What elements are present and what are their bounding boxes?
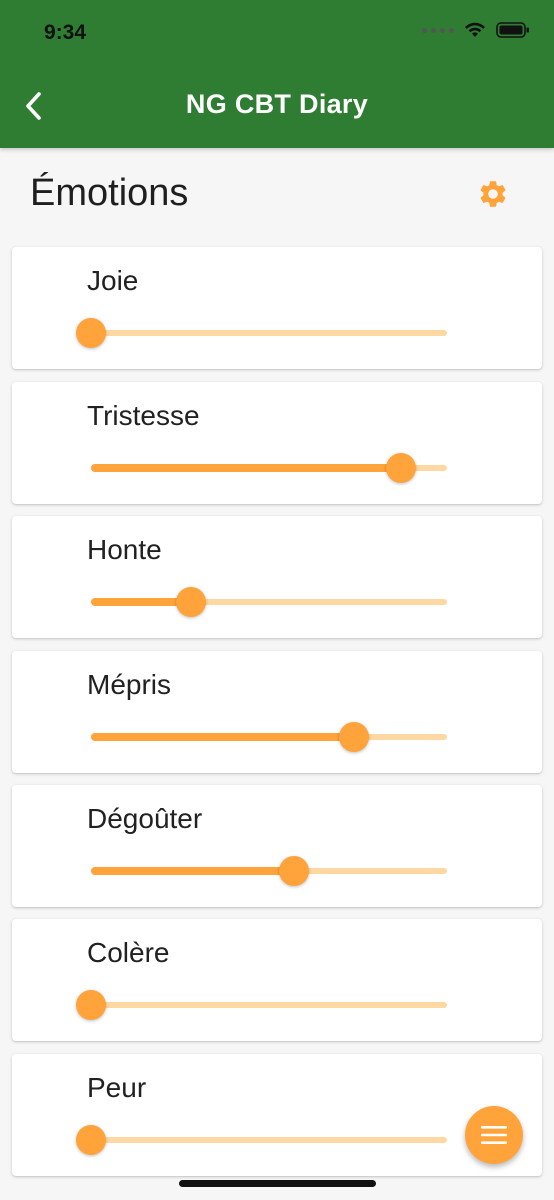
app-bar: 9:34 NG CBT Diary [0,0,554,148]
slider-fill [91,867,294,875]
emotion-card: Colère [12,919,542,1041]
emotion-card: Dégoûter [12,785,542,907]
slider-thumb[interactable] [175,587,206,617]
emotion-label: Tristesse [87,400,200,431]
slider-thumb[interactable] [385,453,416,483]
emotion-card: Tristesse [12,382,542,504]
emotion-label: Mépris [87,669,172,700]
app-bar-title: NG CBT Diary [185,89,369,119]
slider-track [91,1002,447,1008]
emotion-label: Dégoûter [87,803,203,834]
status-icons [422,22,530,38]
slider-track [91,1137,447,1143]
emotion-card: Mépris [12,651,542,773]
emotion-card: Honte [12,516,542,638]
emotion-card: Peur [12,1054,542,1176]
emotion-slider[interactable] [76,987,447,1023]
wifi-icon [465,22,485,37]
menu-fab-button[interactable] [465,1106,523,1164]
slider-fill [91,733,355,741]
emotion-slider[interactable] [76,1122,447,1158]
emotion-slider[interactable] [76,315,447,351]
slider-thumb[interactable] [339,722,370,752]
emotion-slider[interactable] [91,584,447,620]
emotion-card: Joie [12,247,542,369]
screen: 9:34 NG CBT Diary Émotions Joie Tristess… [0,0,554,1200]
page-title: Émotions [30,172,189,214]
emotion-slider[interactable] [91,853,447,889]
slider-track [91,330,447,336]
emotion-slider[interactable] [91,719,447,755]
status-time: 9:34 [44,21,87,44]
slider-thumb[interactable] [76,990,106,1020]
emotion-label: Joie [87,265,139,296]
slider-thumb[interactable] [76,1125,106,1155]
slider-thumb[interactable] [278,856,309,886]
battery-icon [496,22,529,38]
emotion-label: Colère [87,937,170,968]
settings-button[interactable] [475,176,511,212]
slider-fill [91,464,401,472]
emotion-label: Peur [87,1072,147,1103]
gear-icon [480,181,506,207]
signal-dots-icon [422,27,454,33]
emotion-label: Honte [87,534,162,565]
menu-icon [481,1126,507,1144]
emotion-slider[interactable] [91,450,447,486]
home-indicator [179,1180,376,1187]
slider-thumb[interactable] [76,318,106,348]
